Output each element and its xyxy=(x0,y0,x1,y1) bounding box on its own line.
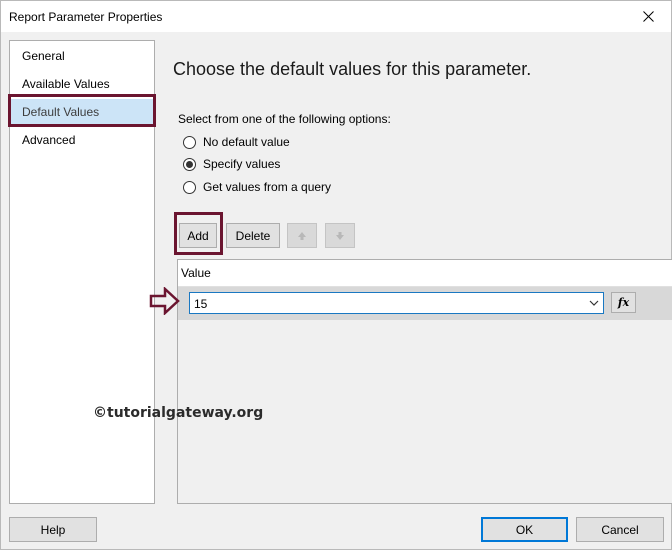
arrow-up-icon xyxy=(298,231,306,240)
radio-label: No default value xyxy=(203,135,290,149)
nav-item-available-values[interactable]: Available Values xyxy=(10,71,154,97)
move-down-button[interactable] xyxy=(325,223,355,248)
radio-specify-values[interactable]: Specify values xyxy=(183,156,280,172)
delete-button[interactable]: Delete xyxy=(226,223,280,248)
nav-item-advanced[interactable]: Advanced xyxy=(10,127,154,153)
radio-label: Specify values xyxy=(203,157,281,171)
values-grid: Value 15 fx xyxy=(177,259,672,504)
nav-item-default-values[interactable]: Default Values xyxy=(10,99,154,125)
dialog-window: Report Parameter Properties General Avai… xyxy=(0,0,672,550)
nav-item-label: Default Values xyxy=(22,105,100,119)
close-button[interactable] xyxy=(625,1,671,32)
navigation-pane: General Available Values Default Values … xyxy=(9,40,155,504)
radio-button[interactable] xyxy=(183,157,196,171)
value-text: 15 xyxy=(194,297,208,311)
arrow-down-icon xyxy=(336,231,344,240)
nav-item-label: Advanced xyxy=(22,133,76,147)
radio-get-values-from-query[interactable]: Get values from a query xyxy=(183,179,331,195)
help-button[interactable]: Help xyxy=(9,517,97,542)
radio-label: Get values from a query xyxy=(203,180,332,194)
watermark-text: ©tutorialgateway.org xyxy=(93,405,264,421)
value-combobox[interactable]: 15 xyxy=(189,292,604,314)
page-heading: Choose the default values for this param… xyxy=(173,59,532,79)
close-icon xyxy=(642,11,654,22)
radio-button[interactable] xyxy=(183,135,196,149)
window-title: Report Parameter Properties xyxy=(9,10,163,24)
column-header-value: Value xyxy=(178,260,672,287)
annotation-arrow-icon xyxy=(149,287,180,315)
radio-no-default-value[interactable]: No default value xyxy=(183,134,290,150)
expression-button[interactable]: fx xyxy=(611,292,636,313)
title-bar: Report Parameter Properties xyxy=(1,1,671,32)
table-row[interactable]: 15 fx xyxy=(178,287,672,320)
cancel-button[interactable]: Cancel xyxy=(576,517,664,542)
options-label: Select from one of the following options… xyxy=(178,112,391,126)
ok-button[interactable]: OK xyxy=(481,517,568,542)
nav-item-general[interactable]: General xyxy=(10,43,154,69)
move-up-button[interactable] xyxy=(287,223,317,248)
chevron-down-icon[interactable] xyxy=(585,293,603,313)
nav-item-label: General xyxy=(22,49,65,63)
nav-item-label: Available Values xyxy=(22,77,110,91)
radio-button[interactable] xyxy=(183,180,196,194)
add-button[interactable]: Add xyxy=(179,223,217,248)
